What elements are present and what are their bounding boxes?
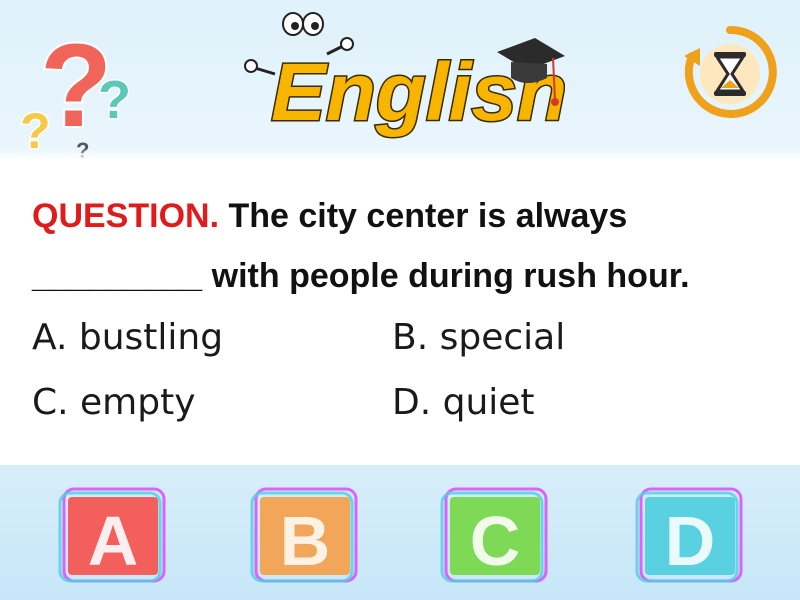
header-banner: ? ? ? ? English <box>0 0 800 160</box>
answer-letter-b: B <box>280 502 331 580</box>
question-line-1: The city center is always <box>228 197 628 235</box>
answer-button-a[interactable]: A <box>58 485 168 585</box>
hourglass-timer-icon <box>684 25 777 118</box>
option-c: C. empty <box>32 382 196 423</box>
svg-text:?: ? <box>98 70 131 130</box>
svg-text:?: ? <box>20 103 51 158</box>
question-blank: _________ <box>32 257 203 295</box>
english-logo: English <box>244 12 565 140</box>
question-line-2: with people during rush hour. <box>211 257 690 295</box>
answer-letter-d: D <box>665 502 716 580</box>
mascot-eyes-icon <box>282 12 324 36</box>
answer-letter-a: A <box>88 502 139 580</box>
question-text: QUESTION. The city center is always ____… <box>32 186 782 306</box>
answer-button-b[interactable]: B <box>250 485 360 585</box>
option-b: B. special <box>392 317 566 358</box>
option-a: A. bustling <box>32 317 224 358</box>
answer-button-d[interactable]: D <box>635 485 745 585</box>
answer-letter-c: C <box>470 502 521 580</box>
question-marks-icon: ? ? ? ? <box>20 18 133 158</box>
answer-button-c[interactable]: C <box>440 485 550 585</box>
svg-text:?: ? <box>76 138 89 158</box>
question-label: QUESTION. <box>32 197 220 235</box>
option-d: D. quiet <box>392 382 535 423</box>
